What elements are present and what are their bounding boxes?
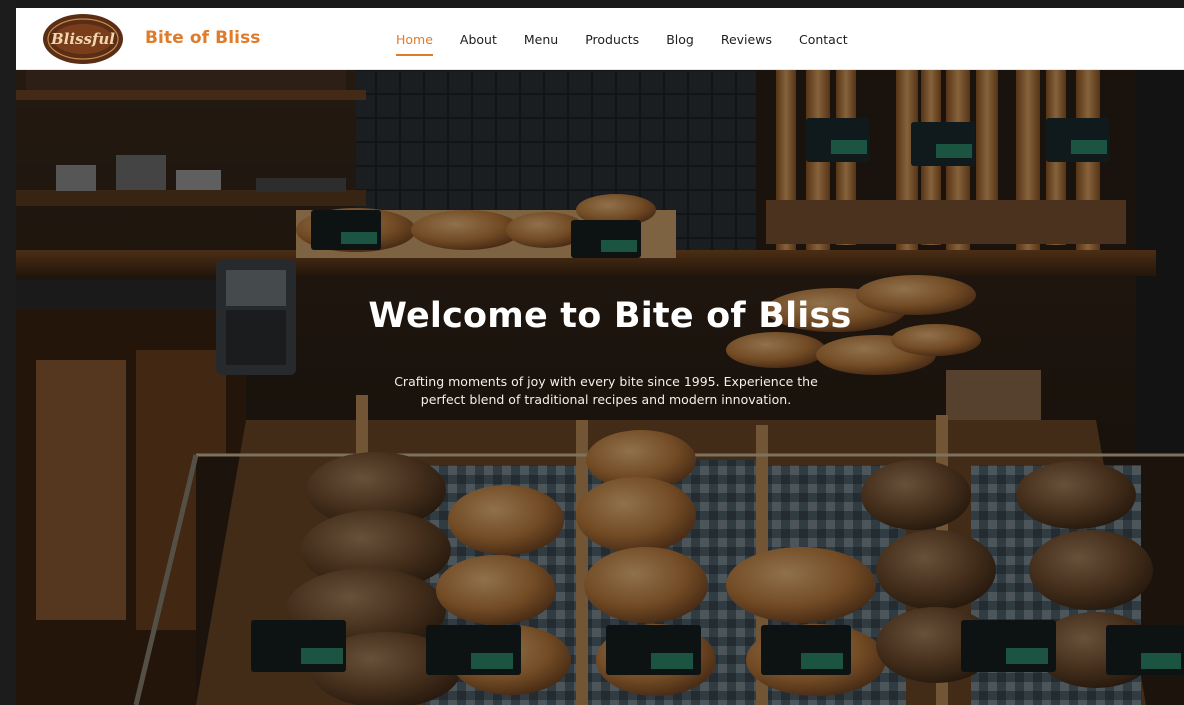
window-top-border [0, 0, 1184, 8]
window-left-border [0, 0, 16, 705]
brand-name[interactable]: Bite of Bliss [145, 28, 261, 48]
hero-subtitle: Crafting moments of joy with every bite … [394, 374, 818, 407]
nav-reviews[interactable]: Reviews [721, 28, 772, 51]
nav-products[interactable]: Products [585, 28, 639, 51]
navbar: Blissful Bite of Bliss Home About Menu P… [16, 8, 1184, 70]
logo-badge[interactable]: Blissful [40, 12, 126, 66]
nav-about[interactable]: About [460, 28, 497, 51]
logo-icon: Blissful [43, 14, 123, 64]
nav-contact[interactable]: Contact [799, 28, 848, 51]
nav-blog[interactable]: Blog [666, 28, 694, 51]
logo-text: Blissful [50, 30, 115, 48]
nav-home[interactable]: Home [396, 28, 433, 56]
page: Blissful Bite of Bliss Home About Menu P… [0, 0, 1184, 705]
nav-menu[interactable]: Menu [524, 28, 558, 51]
hero-section: Welcome to Bite of Bliss Crafting moment… [16, 70, 1184, 705]
main-nav: Home About Menu Products Blog Reviews Co… [396, 8, 875, 70]
hero-title: Welcome to Bite of Bliss [368, 296, 852, 336]
